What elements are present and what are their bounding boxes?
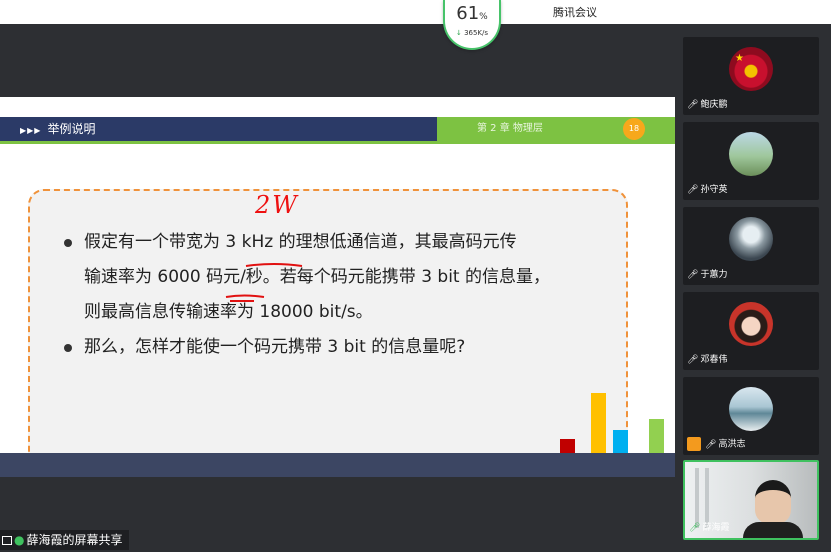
user-icon xyxy=(687,437,701,451)
participant-tile[interactable]: 🎤︎ 邓春伟 xyxy=(683,292,819,370)
participant-tile[interactable]: 🎤︎ 孙守英 xyxy=(683,122,819,200)
participant-name: 🎤︎ 于蕙力 xyxy=(687,270,728,280)
mic-icon: 🎤︎ xyxy=(687,185,699,195)
mic-icon: 🎤︎ xyxy=(705,439,717,450)
handwritten-underline xyxy=(245,263,303,267)
avatar xyxy=(729,387,773,431)
mic-icon: 🎤︎ xyxy=(687,270,699,280)
title-bar: 腾讯会议 xyxy=(0,0,831,24)
network-rate: ↓ 365K/s xyxy=(455,29,489,37)
decor-bar xyxy=(560,439,575,453)
bullet-item: 假定有一个带宽为 3 kHz 的理想低通信道，其最高码元传 输速率为 6000 … xyxy=(62,225,622,330)
screen-share-label: ● 薛海霞的屏幕共享 xyxy=(0,530,129,550)
app-title: 腾讯会议 xyxy=(553,6,597,19)
participant-name: 🎤︎ 鲍庆鹏 xyxy=(687,100,728,110)
chapter-label: 第 2 章 物理层 xyxy=(477,123,543,134)
bullet-line: 假定有一个带宽为 3 kHz 的理想低通信道，其最高码元传 xyxy=(84,232,517,252)
avatar xyxy=(729,302,773,346)
participant-name: 🎤︎ 邓春伟 xyxy=(687,355,728,365)
decor-bar xyxy=(649,419,664,453)
section-bar: ▶▶▶ 举例说明 xyxy=(0,117,437,141)
decor-bar xyxy=(591,393,606,453)
triangles-icon: ▶▶▶ xyxy=(20,126,42,135)
slide-header: ▶▶▶ 举例说明 第 2 章 物理层 18 xyxy=(0,117,675,141)
participant-tile[interactable]: 🎤︎ 于蕙力 xyxy=(683,207,819,285)
participant-name: 🎤︎ 薛海霞 xyxy=(689,523,730,533)
mic-icon: 🎤︎ xyxy=(687,355,699,365)
avatar xyxy=(729,217,773,261)
participant-tile[interactable]: 🎤︎ 高洪志 xyxy=(683,377,819,455)
bullet-line: 则最高信息传输速率为 18000 bit/s。 xyxy=(84,302,373,322)
mic-active-icon: 🎤︎ xyxy=(689,523,701,533)
handwritten-underline xyxy=(225,294,265,302)
bullet-line: 那么，怎样才能使一个码元携带 3 bit 的信息量呢? xyxy=(84,337,466,357)
bullet-dot-icon xyxy=(64,344,72,352)
participant-name: 🎤︎ 孙守英 xyxy=(687,185,728,195)
person-face xyxy=(755,480,791,524)
participant-tile-active[interactable]: 🎤︎ 薛海霞 xyxy=(683,460,819,540)
bullet-dot-icon xyxy=(64,239,72,247)
bullet-item: 那么，怎样才能使一个码元携带 3 bit 的信息量呢? xyxy=(62,330,622,365)
network-quality: 61% xyxy=(456,3,488,24)
screen-share-icon xyxy=(2,536,12,545)
participant-name: 🎤︎ 高洪志 xyxy=(687,437,745,451)
slide-footer xyxy=(0,453,675,477)
download-arrow-icon: ↓ xyxy=(455,29,462,37)
avatar xyxy=(729,132,773,176)
shared-slide: ▶▶▶ 举例说明 第 2 章 物理层 18 2W 假定有一个带宽为 3 kHz 的… xyxy=(0,97,675,453)
meeting-window: 腾讯会议 ▶▶▶ 举例说明 第 2 章 物理层 18 2W 假定有一个带宽为 3 … xyxy=(0,0,831,552)
decor-bar xyxy=(613,430,628,453)
background-line xyxy=(695,468,699,528)
mic-icon: 🎤︎ xyxy=(687,100,699,110)
section-title: 举例说明 xyxy=(47,122,96,136)
page-number-badge: 18 xyxy=(623,118,645,140)
avatar: ★ xyxy=(729,47,773,91)
decorative-bars xyxy=(555,389,675,453)
bullet-list: 假定有一个带宽为 3 kHz 的理想低通信道，其最高码元传 输速率为 6000 … xyxy=(62,225,622,365)
bullet-line: 输速率为 6000 码元/秒。若每个码元能携带 3 bit 的信息量， xyxy=(84,267,551,287)
background-line xyxy=(705,468,709,528)
handwritten-annotation: 2W xyxy=(255,191,299,219)
chapter-bar: 第 2 章 物理层 18 xyxy=(437,117,675,141)
participant-tile[interactable]: ★ 🎤︎ 鲍庆鹏 xyxy=(683,37,819,115)
person-body xyxy=(743,522,803,538)
mic-icon: ● xyxy=(14,533,25,547)
star-icon: ★ xyxy=(735,53,744,64)
header-underline xyxy=(0,141,675,144)
